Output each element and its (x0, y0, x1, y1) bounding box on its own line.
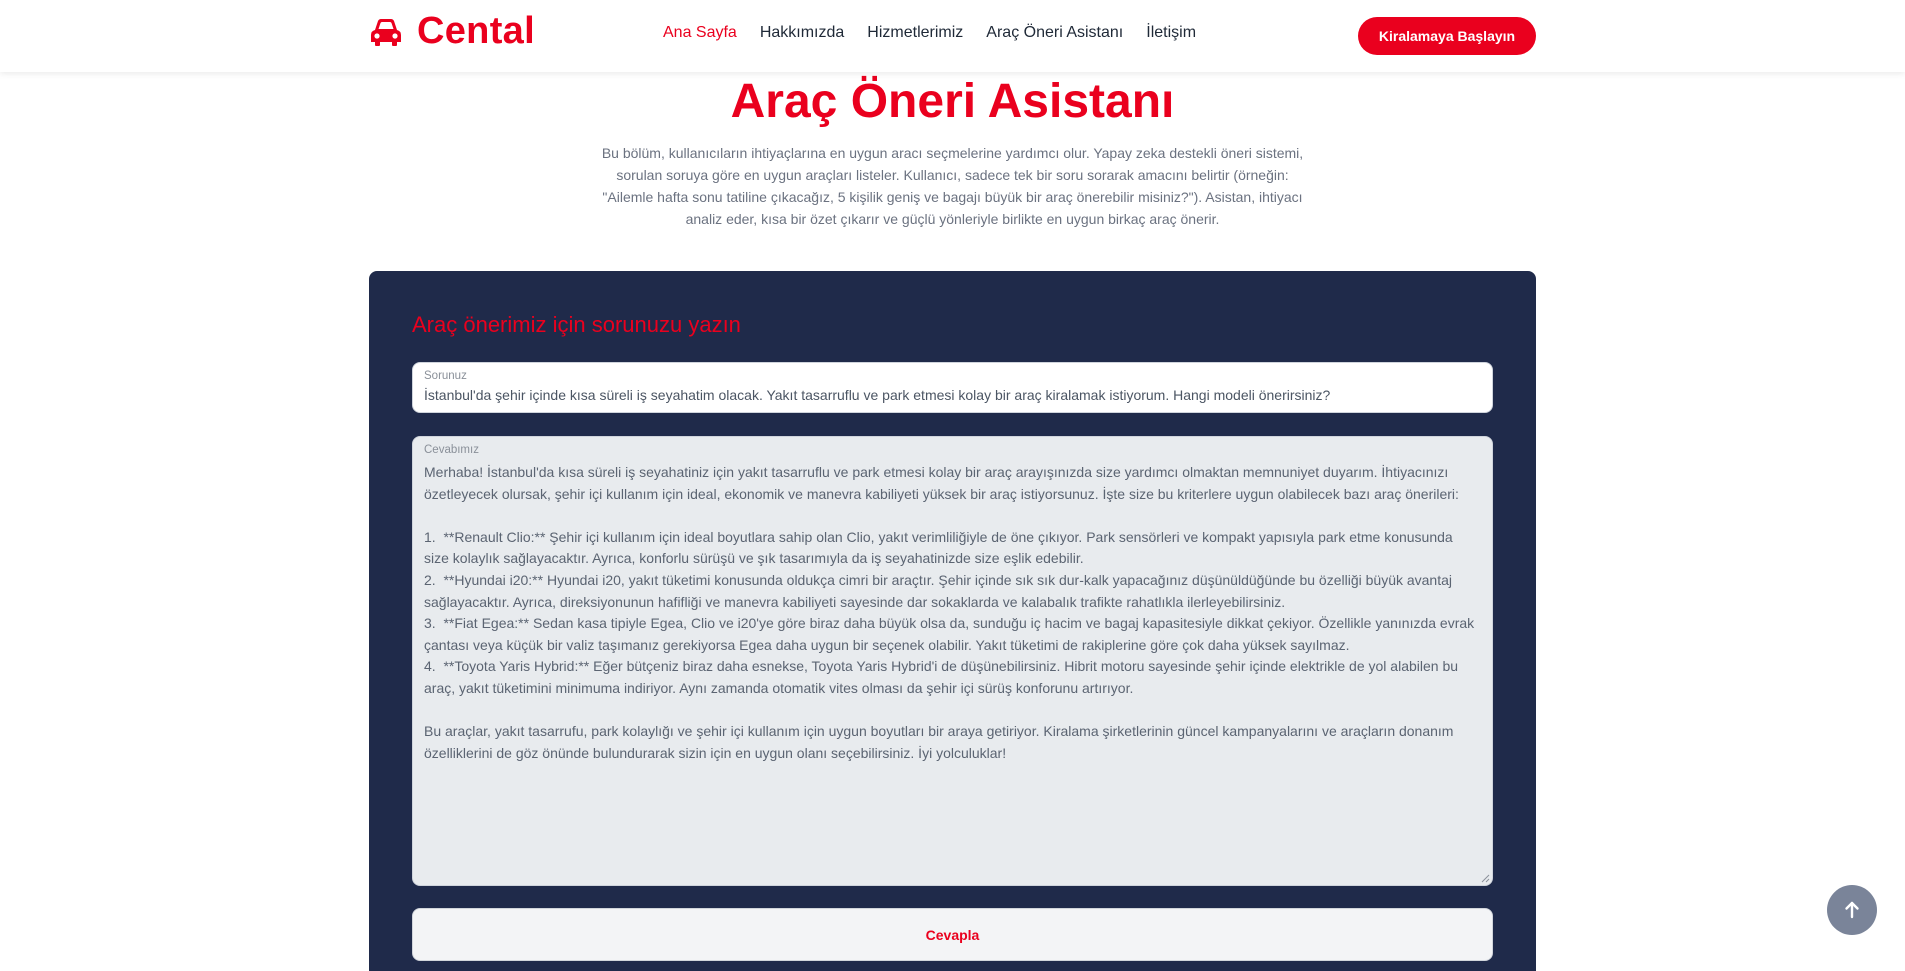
nav-item-vehicle-assistant[interactable]: Araç Öneri Asistanı (986, 24, 1123, 42)
nav-item-services[interactable]: Hizmetlerimiz (867, 24, 963, 42)
page-title: Araç Öneri Asistanı (730, 75, 1175, 128)
main-nav: Ana Sayfa Hakkımızda Hizmetlerimiz Araç … (663, 24, 1196, 42)
arrow-up-icon (1845, 901, 1859, 919)
brand-name: Cental (417, 10, 535, 52)
nav-item-contact[interactable]: İletişim (1146, 24, 1196, 42)
navbar: Cental Ana Sayfa Hakkımızda Hizmetlerimi… (0, 0, 1905, 72)
assistant-panel: Araç önerimiz için sorunuzu yazın Sorunu… (369, 271, 1536, 971)
nav-item-home[interactable]: Ana Sayfa (663, 24, 737, 42)
resize-handle-icon[interactable] (1480, 873, 1490, 883)
brand-logo[interactable]: Cental (369, 10, 535, 53)
answer-text: Merhaba! İstanbul'da kısa süreli iş seya… (424, 464, 1475, 761)
question-input[interactable]: Sorunuz İstanbul'da şehir içinde kısa sü… (412, 362, 1493, 413)
back-to-top-button[interactable] (1827, 885, 1877, 935)
start-rental-button[interactable]: Kiralamaya Başlayın (1358, 17, 1536, 55)
answer-textarea[interactable]: Cevabımız Merhaba! İstanbul'da kısa süre… (412, 436, 1493, 886)
form-heading: Araç önerimiz için sorunuzu yazın (412, 312, 741, 337)
nav-item-about[interactable]: Hakkımızda (760, 24, 844, 42)
submit-answer-button[interactable]: Cevapla (412, 908, 1493, 961)
question-label: Sorunuz (424, 370, 467, 382)
answer-label: Cevabımız (424, 444, 479, 456)
car-icon (371, 18, 401, 46)
question-value: İstanbul'da şehir içinde kısa süreli iş … (424, 387, 1331, 403)
page-description: Bu bölüm, kullanıcıların ihtiyaçlarına e… (601, 145, 1304, 227)
